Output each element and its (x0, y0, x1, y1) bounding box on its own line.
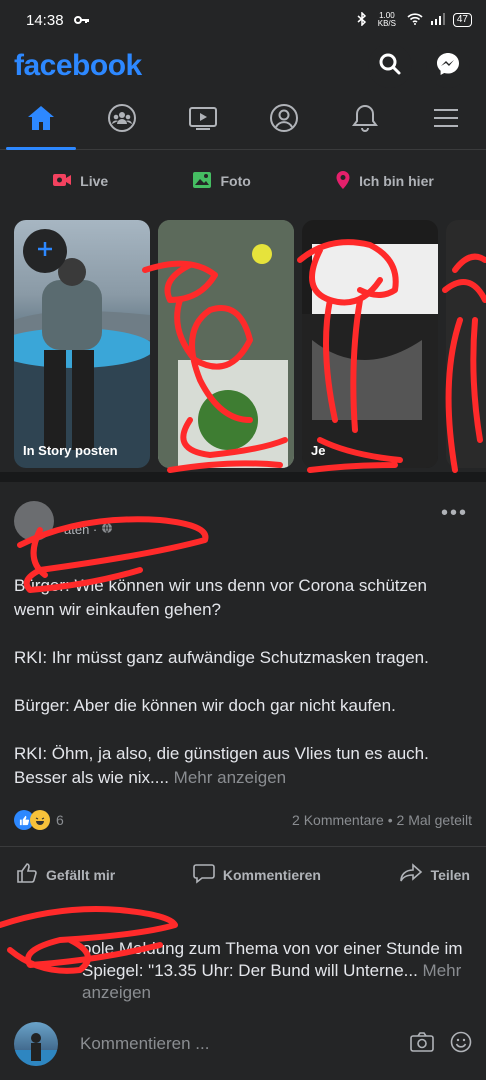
story-item[interactable]: Je (302, 220, 438, 468)
post-header: aten · (14, 492, 472, 550)
tab-groups[interactable] (87, 92, 157, 150)
photo-button[interactable]: Foto (192, 171, 251, 192)
bluetooth-icon (357, 10, 367, 29)
bell-icon (351, 103, 379, 138)
story-label: Je (311, 443, 326, 458)
comment-input[interactable]: Kommentieren ... (80, 1034, 410, 1054)
avatar (14, 1022, 58, 1066)
story-item[interactable] (446, 220, 486, 468)
post-meta: aten · (64, 522, 113, 537)
facebook-logo: facebook (14, 49, 142, 82)
video-camera-icon (52, 172, 72, 191)
key-icon (73, 12, 90, 29)
comment-icon (193, 862, 215, 887)
groups-icon (107, 103, 137, 138)
status-time: 14:38 (26, 11, 64, 29)
live-label: Live (80, 173, 109, 189)
tab-notifications[interactable] (330, 92, 400, 150)
thumbs-up-icon (16, 862, 38, 887)
main-tab-bar (0, 92, 486, 150)
feed-post: aten · ••• Bürger: Wie können wir uns de… (0, 482, 486, 1004)
messenger-button[interactable] (426, 44, 470, 88)
stories-tray: In Story posten Je (0, 212, 486, 482)
reactions-summary[interactable]: 6 2 Kommentare • 2 Mal geteilt (14, 794, 472, 846)
post-actions: Gefällt mir Kommentieren Teilen (0, 846, 486, 902)
haha-reaction-icon (30, 810, 50, 830)
menu-icon (432, 107, 460, 134)
search-icon (378, 52, 402, 81)
search-button[interactable] (368, 44, 412, 88)
share-icon (399, 863, 423, 886)
share-button[interactable]: Teilen (399, 863, 470, 886)
comment-label: Kommentieren (222, 866, 321, 883)
comment-button[interactable]: Kommentieren (193, 862, 321, 887)
story-item[interactable] (158, 220, 294, 468)
like-label: Gefällt mir (46, 866, 116, 883)
status-bar: 14:38 1.00 KB/S 47 (0, 0, 486, 40)
location-pin-icon (335, 170, 351, 193)
story-create[interactable]: In Story posten (14, 220, 150, 468)
reaction-count: 6 (56, 812, 64, 828)
comment-body: oole Meldung zum Thema von vor einer Stu… (82, 939, 463, 980)
post-meta-text: aten · (64, 521, 101, 537)
post-body: Bürger: Wie können wir uns denn vor Coro… (14, 550, 472, 790)
post-text: Bürger: Wie können wir uns denn vor Coro… (14, 576, 429, 787)
photo-icon (192, 171, 212, 192)
post-stats[interactable]: 2 Kommentare • 2 Mal geteilt (292, 812, 472, 828)
story-image (158, 220, 294, 468)
like-button[interactable]: Gefällt mir (16, 862, 115, 887)
comment-composer: Kommentieren ... (0, 1016, 486, 1072)
tab-watch[interactable] (168, 92, 238, 150)
avatar[interactable] (14, 501, 54, 541)
photo-label: Foto (220, 173, 251, 189)
camera-icon[interactable] (410, 1031, 434, 1058)
see-more-link[interactable]: Mehr anzeigen (174, 768, 286, 787)
share-label: Teilen (430, 866, 470, 883)
tab-profile[interactable] (249, 92, 319, 150)
network-speed: 1.00 KB/S (377, 11, 396, 28)
tab-menu[interactable] (411, 92, 481, 150)
battery-indicator: 47 (452, 13, 472, 27)
story-label: In Story posten (23, 443, 118, 458)
globe-icon (101, 522, 113, 537)
comment-preview-text: oole Meldung zum Thema von vor einer Stu… (82, 938, 472, 1004)
home-icon (26, 104, 56, 137)
checkin-button[interactable]: Ich bin hier (335, 170, 434, 193)
story-image (302, 244, 438, 468)
avatar-image (14, 1033, 58, 1066)
add-story-button[interactable] (23, 229, 67, 273)
messenger-icon (435, 51, 461, 82)
profile-icon (269, 103, 299, 138)
live-button[interactable]: Live (52, 172, 108, 191)
plus-icon (36, 240, 54, 263)
emoji-icon[interactable] (450, 1031, 472, 1058)
watch-icon (188, 105, 218, 136)
signal-icon (430, 12, 445, 28)
wifi-icon (407, 12, 423, 28)
more-options-icon[interactable]: ••• (441, 502, 468, 525)
comment-preview[interactable]: oole Meldung zum Thema von vor einer Stu… (14, 902, 472, 1004)
app-bar: facebook (0, 40, 486, 92)
checkin-label: Ich bin hier (359, 173, 434, 189)
tab-home[interactable] (5, 92, 76, 150)
composer-actions: Live Foto Ich bin hier (0, 150, 486, 212)
